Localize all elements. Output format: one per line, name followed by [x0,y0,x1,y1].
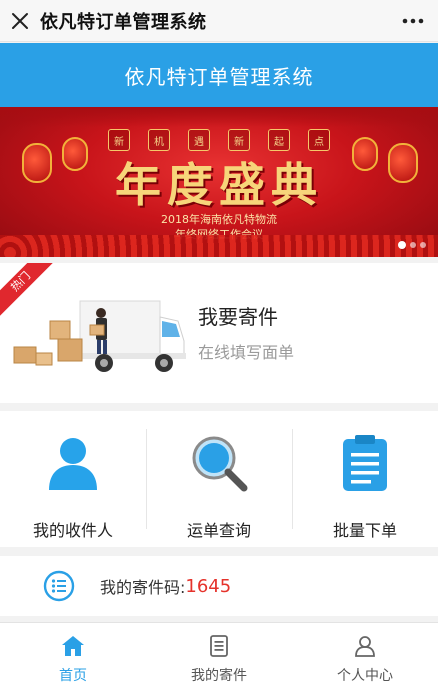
carousel-dot[interactable] [410,242,416,248]
flower-decoration [0,235,438,257]
tab-profile[interactable]: 个人中心 [292,623,438,691]
sender-code-row[interactable]: 我的寄件码: 1645 [0,556,438,616]
delivery-truck-illustration [13,300,186,372]
clipboard-icon [333,431,397,495]
grid-label: 我的收件人 [32,521,113,540]
app-header: 依凡特订单管理系统 [0,43,438,107]
user-icon [352,633,378,659]
close-button[interactable] [0,0,40,42]
list-icon [42,569,76,603]
magnifier-icon [187,431,251,495]
more-icon [402,18,424,24]
app-title: 依凡特订单管理系统 [124,64,314,89]
grid-label: 批量下单 [332,521,397,540]
function-grid: 我的收件人 运单查询 批量下单 [0,411,438,547]
bottom-tabbar: 首页 我的寄件 个人中心 [0,622,438,691]
banner-subtitle-1: 2018年海南依凡特物流 [161,213,277,226]
banner-chip: 新 [108,129,130,151]
send-title: 我要寄件 [198,305,278,329]
person-icon [41,431,105,495]
promo-banner[interactable]: 新 机 遇 新 起 点 年度盛典 2018年海南依凡特物流 年终网络工作会议 [0,107,438,257]
more-button[interactable] [402,10,424,32]
grid-item-batch-order[interactable]: 批量下单 [292,411,438,547]
banner-chip: 起 [268,129,290,151]
banner-chip: 点 [308,129,330,151]
tab-my-shipments[interactable]: 我的寄件 [146,623,292,691]
window-title: 依凡特订单管理系统 [40,11,207,33]
close-icon [12,12,28,29]
carousel-indicator[interactable] [398,241,426,249]
send-package-card[interactable]: 热门 我要寄件 在线填写面单 [0,263,438,403]
carousel-dot-active[interactable] [398,241,406,249]
home-icon [60,633,86,659]
window-titlebar: 依凡特订单管理系统 [0,0,438,42]
tab-label: 首页 [59,668,87,684]
tab-label: 个人中心 [337,668,393,684]
grid-label: 运单查询 [186,521,251,540]
send-subtitle: 在线填写面单 [198,343,295,362]
carousel-dot[interactable] [420,242,426,248]
grid-item-tracking[interactable]: 运单查询 [146,411,292,547]
banner-headline: 年度盛典 [115,158,323,212]
banner-chip: 机 [148,129,170,151]
document-icon [206,633,232,659]
banner-top-shade [0,107,438,127]
sender-code-label: 我的寄件码: [100,578,186,597]
tab-home[interactable]: 首页 [0,623,146,691]
sender-code-value: 1645 [185,575,232,597]
banner-chip: 遇 [188,129,210,151]
banner-chip: 新 [228,129,250,151]
tab-label: 我的寄件 [191,668,247,684]
grid-item-recipients[interactable]: 我的收件人 [0,411,146,547]
